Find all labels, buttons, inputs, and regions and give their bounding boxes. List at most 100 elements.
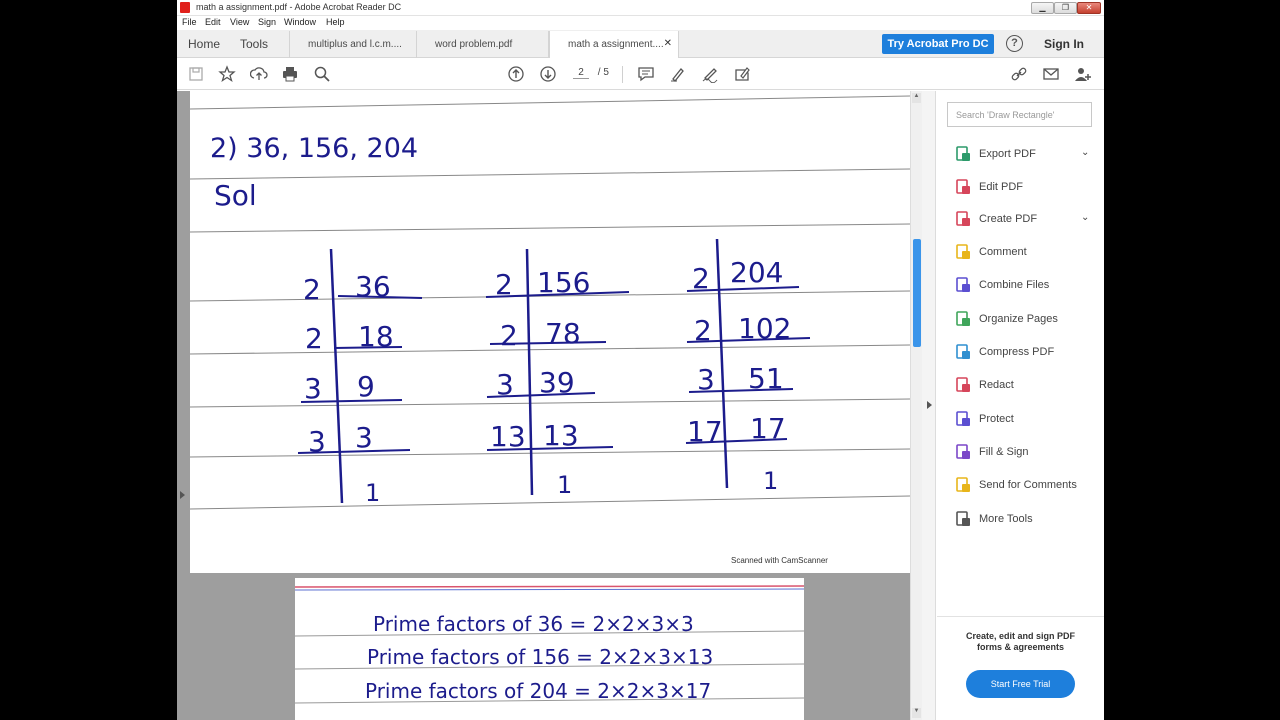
highlight-pen-icon[interactable] [669, 65, 687, 83]
scrollbar-thumb[interactable] [913, 239, 921, 347]
divisor-cell: 2 [303, 273, 321, 306]
tool-label: Create PDF [979, 213, 1038, 225]
combine-files-icon [955, 277, 971, 293]
page-indicator: 2 / 5 [573, 67, 609, 79]
tool-item-more-tools[interactable]: More Tools [955, 509, 1095, 531]
tool-item-combine-files[interactable]: Combine Files [955, 275, 1095, 297]
close-tab-icon[interactable]: ✕ [664, 38, 672, 49]
prime-factors-line: Prime factors of 36 = 2×2×3×3 [373, 612, 694, 636]
acrobat-app-icon [180, 2, 190, 13]
tool-item-export-pdf[interactable]: Export PDF ⌄ [955, 144, 1095, 166]
menu-sign[interactable]: Sign [258, 17, 276, 27]
tool-item-organize-pages[interactable]: Organize Pages [955, 309, 1095, 331]
tool-item-edit-pdf[interactable]: Edit PDF [955, 177, 1095, 199]
tool-item-send-for-comments[interactable]: Send for Comments [955, 475, 1095, 497]
comment-tool-icon[interactable] [637, 65, 655, 83]
try-acrobat-pro-button[interactable]: Try Acrobat Pro DC [882, 34, 994, 54]
tab-label: math a assignment.... [568, 39, 664, 50]
edit-pdf-icon [955, 179, 971, 195]
tool-label: Combine Files [979, 279, 1050, 291]
divisor-cell: 2 [495, 268, 513, 301]
zoom-search-icon[interactable] [313, 65, 331, 83]
dividend-cell: 156 [537, 266, 590, 299]
divisor-cell: 2 [500, 319, 518, 352]
title-bar: math a assignment.pdf - Adobe Acrobat Re… [177, 0, 1104, 16]
tools-search-input[interactable]: Search 'Draw Rectangle' [947, 102, 1092, 127]
chevron-down-icon[interactable]: ⌄ [1081, 212, 1089, 223]
help-icon[interactable]: ? [1006, 35, 1023, 52]
divisor-cell: 2 [694, 314, 712, 347]
previous-page-icon[interactable] [507, 65, 525, 83]
restore-button[interactable]: ❐ [1054, 2, 1077, 14]
menu-file[interactable]: File [182, 17, 197, 27]
tool-item-comment[interactable]: Comment [955, 242, 1095, 264]
document-scrollbar[interactable]: ▲ ▼ [910, 91, 922, 720]
sign-pen-icon[interactable] [701, 65, 719, 84]
divisor-cell: 3 [496, 368, 514, 401]
collapse-left-panel-icon[interactable] [180, 491, 185, 499]
pdf-page-3: Prime factors of 36 = 2×2×3×3 Prime fact… [295, 578, 804, 720]
dividend-cell: 13 [543, 419, 579, 452]
add-user-icon[interactable] [1074, 65, 1092, 83]
tab-label: word problem.pdf [435, 39, 513, 50]
compress-pdf-icon [955, 344, 971, 360]
create-pdf-icon [955, 211, 971, 227]
tool-item-compress-pdf[interactable]: Compress PDF [955, 342, 1095, 364]
toolbar: 2 / 5 [177, 58, 1104, 90]
menu-edit[interactable]: Edit [205, 17, 221, 27]
close-window-button[interactable]: ✕ [1077, 2, 1101, 14]
bookmark-star-icon[interactable] [218, 65, 236, 83]
tab-label: multiplus and l.c.m.... [308, 39, 402, 50]
minimize-button[interactable]: ▁ [1031, 2, 1054, 14]
dividend-cell: 102 [738, 312, 791, 345]
fill-sign-icon [955, 444, 971, 460]
chevron-down-icon[interactable]: ⌄ [1081, 147, 1089, 158]
upload-cloud-icon[interactable] [249, 65, 268, 83]
scanned-page-image: 2) 36, 156, 204 Sol 2 36 2 18 3 9 3 3 1 … [190, 95, 910, 565]
save-icon[interactable] [187, 65, 205, 83]
tool-item-protect[interactable]: Protect [955, 409, 1095, 431]
tool-item-fill-sign[interactable]: Fill & Sign [955, 442, 1095, 464]
menu-help[interactable]: Help [326, 17, 345, 27]
email-icon[interactable] [1042, 65, 1060, 83]
sign-in-link[interactable]: Sign In [1044, 37, 1084, 51]
divisor-cell: 13 [490, 420, 526, 453]
tab-multiplus[interactable]: multiplus and l.c.m.... [289, 31, 417, 58]
divisor-cell: 3 [697, 363, 715, 396]
edit-stamp-icon[interactable] [733, 65, 751, 83]
share-link-icon[interactable] [1010, 65, 1028, 83]
tool-label: Protect [979, 413, 1014, 425]
send-for-comments-icon [955, 477, 971, 493]
right-pane-toggle [922, 91, 936, 720]
acrobat-window: math a assignment.pdf - Adobe Acrobat Re… [177, 0, 1104, 720]
dividend-cell: 1 [763, 467, 778, 495]
organize-pages-icon [955, 311, 971, 327]
nav-tools[interactable]: Tools [240, 37, 268, 51]
scroll-down-arrow-icon[interactable]: ▼ [912, 708, 921, 718]
tool-item-create-pdf[interactable]: Create PDF ⌄ [955, 209, 1095, 231]
tool-item-redact[interactable]: Redact [955, 375, 1095, 397]
scanned-page-image: Prime factors of 36 = 2×2×3×3 Prime fact… [295, 585, 804, 704]
redact-icon [955, 377, 971, 393]
division-table-156: 2 156 2 78 3 39 13 13 1 [485, 248, 630, 499]
scroll-up-arrow-icon[interactable]: ▲ [912, 93, 921, 103]
menu-view[interactable]: View [230, 17, 249, 27]
tab-math-assignment[interactable]: math a assignment.... ✕ [549, 31, 679, 59]
print-icon[interactable] [281, 65, 299, 83]
menu-window[interactable]: Window [284, 17, 316, 27]
tool-label: Redact [979, 379, 1014, 391]
next-page-icon[interactable] [539, 65, 557, 83]
document-viewport[interactable]: 2) 36, 156, 204 Sol 2 36 2 18 3 9 3 3 1 … [177, 91, 921, 720]
tool-label: Organize Pages [979, 313, 1058, 325]
start-free-trial-button[interactable]: Start Free Trial [966, 670, 1075, 698]
sol-text: Sol [214, 179, 257, 212]
collapse-right-pane-icon[interactable] [927, 401, 932, 409]
dividend-cell: 9 [357, 370, 375, 403]
nav-home[interactable]: Home [188, 37, 220, 51]
division-table-36: 2 36 2 18 3 9 3 3 1 [297, 248, 423, 507]
tab-word-problem[interactable]: word problem.pdf [417, 31, 549, 58]
current-page-input[interactable]: 2 [573, 67, 589, 79]
tool-label: Comment [979, 246, 1027, 258]
dividend-cell: 204 [730, 256, 783, 289]
scanned-with-camscanner: Scanned with CamScanner [731, 556, 828, 565]
